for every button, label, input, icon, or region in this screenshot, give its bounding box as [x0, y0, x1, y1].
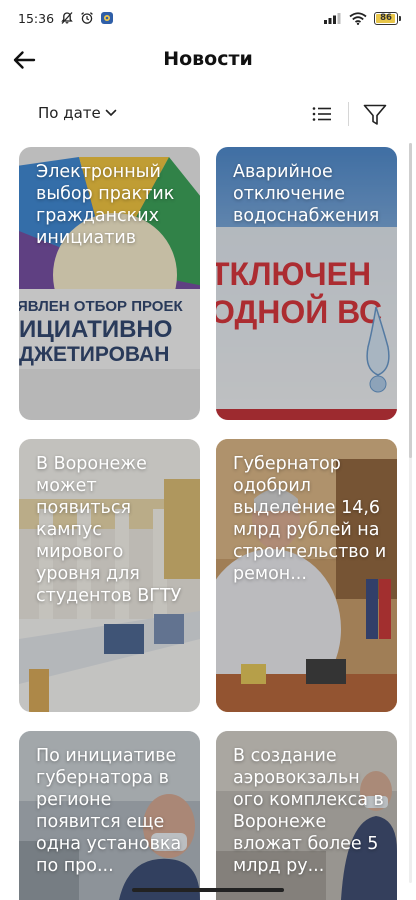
battery-icon: 86 [374, 11, 401, 25]
status-bar: 15:36 86 [0, 0, 416, 36]
home-gesture-bar[interactable] [132, 888, 284, 892]
muted-bell-icon [60, 11, 74, 25]
list-view-button[interactable] [310, 102, 334, 126]
news-title: Аварийное отключение водоснабжения [233, 162, 380, 226]
toolbar-divider [348, 102, 349, 126]
battery-percent: 86 [380, 13, 392, 23]
app-notification-icon [100, 11, 114, 25]
filter-bar: По дате [0, 96, 416, 132]
news-title: В Воронеже может появиться кампус мирово… [36, 454, 182, 606]
status-time: 15:36 [18, 10, 55, 26]
signal-icon [324, 12, 342, 24]
wifi-icon [349, 11, 367, 25]
status-bar-left: 15:36 [18, 11, 114, 26]
news-card[interactable]: В создание аэровокзальн ого комплекса в … [216, 731, 397, 900]
chevron-down-icon [105, 109, 117, 117]
news-title: Электронный выбор практик гражданских ин… [36, 162, 175, 248]
news-card[interactable]: В Воронеже может появиться кампус мирово… [19, 439, 200, 712]
news-card[interactable]: ТКЛЮЧЕН ОДНОЙ ВС Аварийное отключение во… [216, 147, 397, 420]
page-title: Новости [163, 48, 253, 70]
news-card[interactable]: По инициативе губернатора в регионе появ… [19, 731, 200, 900]
filter-funnel-icon [363, 104, 387, 125]
news-title: По инициативе губернатора в регионе появ… [36, 746, 182, 876]
app-bar: Новости [0, 40, 416, 80]
sort-dropdown[interactable]: По дате [38, 104, 117, 122]
alarm-icon [80, 11, 94, 25]
list-view-icon [312, 107, 331, 121]
status-bar-right: 86 [324, 11, 401, 25]
news-title: В создание аэровокзальн ого комплекса в … [233, 746, 384, 876]
sort-label: По дате [38, 104, 101, 122]
filter-button[interactable] [362, 102, 388, 128]
news-title: Губернатор одобрил выделение 14,6 млрд р… [233, 454, 387, 584]
news-card[interactable]: Губернатор одобрил выделение 14,6 млрд р… [216, 439, 397, 712]
scrollbar-thumb[interactable] [409, 143, 412, 458]
news-card[interactable]: ЯВЛЕН ОТБОР ПРОЕК ИЦИАТИВНО ДЖЕТИРОВАН Э… [19, 147, 200, 420]
